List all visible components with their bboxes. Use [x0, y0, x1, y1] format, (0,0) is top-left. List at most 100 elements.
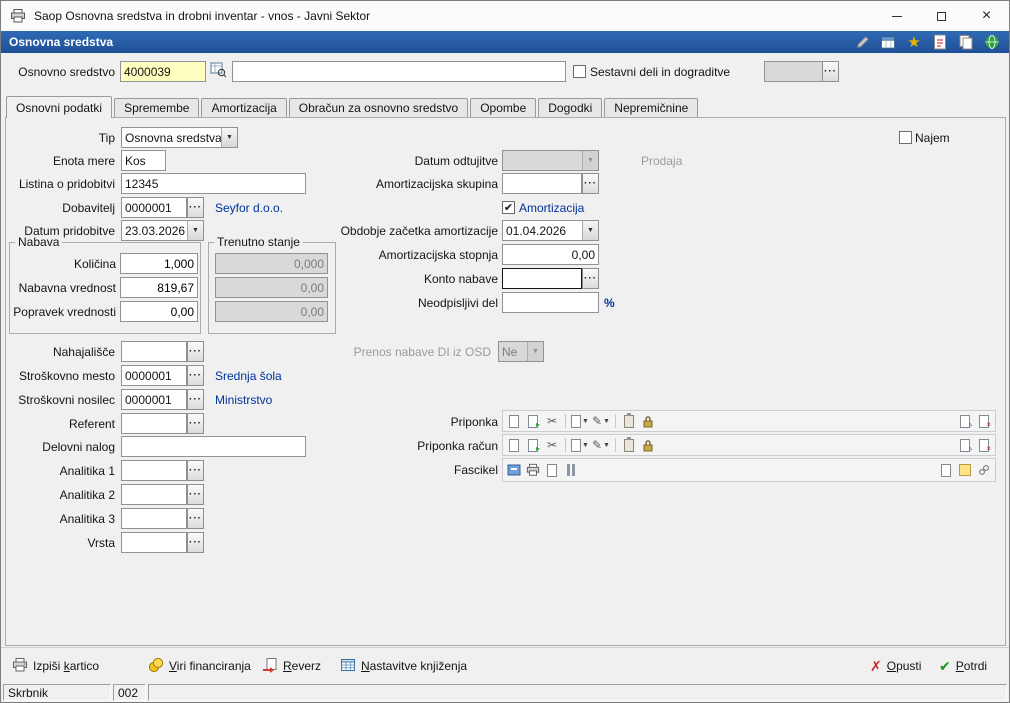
stroskovni-nosilec-link[interactable]: Ministrstvo — [215, 389, 272, 410]
fascikel-new-doc-icon[interactable] — [938, 461, 954, 479]
web-refresh-icon[interactable] — [983, 33, 1001, 51]
neodpisljivi-del-input[interactable] — [502, 292, 599, 313]
minimize-button[interactable] — [874, 1, 919, 31]
edit-icon[interactable] — [853, 33, 871, 51]
kolicina-input[interactable] — [120, 253, 198, 274]
trenutno-popravek-field — [215, 301, 328, 322]
tab-opombe[interactable]: Opombe — [470, 98, 537, 117]
stroskovno-mesto-lookup-button[interactable]: ··· — [187, 365, 204, 386]
potrdi-button[interactable]: ✔ Potrdi — [939, 648, 987, 684]
reverz-button[interactable]: Reverz — [262, 648, 321, 684]
analitika2-input[interactable] — [121, 484, 187, 505]
tab-nepremicnine[interactable]: Nepremičnine — [604, 98, 699, 117]
analitika1-input[interactable] — [121, 460, 187, 481]
priponka-scan-icon[interactable]: ✂ — [544, 412, 560, 430]
dobavitelj-link[interactable]: Seyfor d.o.o. — [215, 197, 283, 218]
izpisi-kartico-button[interactable]: Izpiši kartico — [12, 648, 99, 684]
nabava-groupbox: Nabava Količina Nabavna vrednost Poprave… — [9, 235, 201, 334]
listina-input[interactable] — [121, 173, 306, 194]
asset-name-input[interactable] — [232, 61, 566, 82]
fascikel-columns-icon[interactable] — [563, 461, 579, 479]
stroskovni-nosilec-input[interactable] — [121, 389, 187, 410]
priponka-racun-save-icon[interactable]: ▼ — [571, 436, 589, 454]
priponka-racun-export-icon[interactable]: › — [957, 436, 973, 454]
viri-financiranja-button[interactable]: Viri financiranja — [148, 648, 251, 684]
tab-osnovni-podatki[interactable]: Osnovni podatki — [6, 96, 113, 118]
priponka-delete-icon[interactable]: × — [976, 412, 992, 430]
priponka-save-icon[interactable]: ▼ — [571, 412, 589, 430]
delovni-nalog-input[interactable] — [121, 436, 306, 457]
amortizacija-checkbox[interactable]: ✔ — [502, 201, 515, 214]
close-button[interactable]: × — [964, 1, 1009, 31]
copy-icon[interactable] — [957, 33, 975, 51]
priponka-racun-delete-icon[interactable]: × — [976, 436, 992, 454]
window-controls: × — [874, 1, 1009, 31]
sestavni-deli-checkbox[interactable] — [573, 65, 586, 78]
prenos-nabave-label: Prenos nabave DI iz OSD — [353, 344, 491, 359]
fascikel-doc-icon[interactable] — [544, 461, 560, 479]
vrsta-lookup-button[interactable]: ··· — [187, 532, 204, 553]
amortizacijska-stopnja-input[interactable] — [502, 244, 599, 265]
tab-obracun[interactable]: Obračun za osnovno sredstvo — [288, 98, 469, 117]
amortizacijska-skupina-input[interactable] — [502, 173, 582, 194]
obdobje-zacetka-select[interactable]: 01.04.2026 ▼ — [502, 220, 599, 241]
vrsta-input[interactable] — [121, 532, 187, 553]
priponka-racun-scan-icon[interactable]: ✂ — [544, 436, 560, 454]
chevron-down-icon: ▼ — [603, 417, 610, 425]
analitika1-lookup-button[interactable]: ··· — [187, 460, 204, 481]
najem-checkbox[interactable] — [899, 131, 912, 144]
nastavitve-knjizenja-button[interactable]: Nastavitve knjiženja — [340, 648, 467, 684]
priponka-edit-icon[interactable]: ✎ ▼ — [592, 412, 610, 430]
tab-spremembe[interactable]: Spremembe — [114, 98, 200, 117]
nahajalisce-lookup-button[interactable]: ··· — [187, 341, 204, 362]
priponka-racun-paste-icon[interactable] — [621, 436, 637, 454]
export-pdf-icon[interactable] — [931, 33, 949, 51]
nabavna-vrednost-input[interactable] — [120, 277, 198, 298]
analitika3-input[interactable] — [121, 508, 187, 529]
vrsta-label: Vrsta — [87, 535, 115, 550]
priponka-export-icon[interactable]: › — [957, 412, 973, 430]
layout-columns-icon[interactable] — [879, 33, 897, 51]
referent-input[interactable] — [121, 413, 187, 434]
konto-nabave-lookup-button[interactable]: ··· — [582, 268, 599, 289]
stroskovno-mesto-input[interactable] — [121, 365, 187, 386]
fascikel-print-icon[interactable] — [525, 461, 541, 479]
konto-nabave-input[interactable] — [502, 268, 582, 289]
priponka-racun-lock-icon[interactable] — [640, 436, 656, 454]
analitika3-lookup-button[interactable]: ··· — [187, 508, 204, 529]
favorites-star-icon[interactable]: ★ — [905, 33, 923, 51]
priponka-lock-icon[interactable] — [640, 412, 656, 430]
asset-search-button[interactable] — [210, 62, 227, 80]
priponka-racun-new-icon[interactable] — [506, 436, 522, 454]
stroskovno-mesto-link[interactable]: Srednja šola — [215, 365, 282, 386]
fascikel-link-icon[interactable] — [976, 461, 992, 479]
enota-mere-label: Enota mere — [52, 153, 115, 168]
header-toolbar: ★ — [853, 33, 1001, 51]
popravek-vrednosti-input[interactable] — [120, 301, 198, 322]
tip-select[interactable]: Osnovna sredstva ▼ — [121, 127, 238, 148]
amortizacijska-skupina-lookup-button[interactable]: ··· — [582, 173, 599, 194]
stroskovni-nosilec-lookup-button[interactable]: ··· — [187, 389, 204, 410]
stroskovni-nosilec-label: Stroškovni nosilec — [18, 392, 115, 407]
datum-pridobitve-select[interactable]: 23.03.2026 ▼ — [121, 220, 204, 241]
tab-dogodki[interactable]: Dogodki — [538, 98, 603, 117]
asset-code-input[interactable] — [120, 61, 206, 82]
sestavni-deli-lookup-button[interactable]: ··· — [822, 61, 839, 82]
analitika2-lookup-button[interactable]: ··· — [187, 484, 204, 505]
referent-lookup-button[interactable]: ··· — [187, 413, 204, 434]
enota-mere-input[interactable] — [121, 150, 166, 171]
opusti-button[interactable]: ✗ Opusti — [870, 648, 921, 684]
priponka-paste-icon[interactable] — [621, 412, 637, 430]
dobavitelj-lookup-button[interactable]: ··· — [187, 197, 204, 218]
priponka-racun-open-icon[interactable]: ▸ — [525, 436, 541, 454]
priponka-toolbar: ▸ ✂ ▼ ✎ ▼ › × — [502, 410, 996, 432]
tab-amortizacija[interactable]: Amortizacija — [201, 98, 287, 117]
nahajalisce-input[interactable] — [121, 341, 187, 362]
priponka-open-icon[interactable]: ▸ — [525, 412, 541, 430]
maximize-button[interactable] — [919, 1, 964, 31]
fascikel-archive-icon[interactable] — [506, 461, 522, 479]
dobavitelj-input[interactable] — [121, 197, 187, 218]
priponka-racun-edit-icon[interactable]: ✎ ▼ — [592, 436, 610, 454]
priponka-new-icon[interactable] — [506, 412, 522, 430]
fascikel-note-icon[interactable] — [957, 461, 973, 479]
